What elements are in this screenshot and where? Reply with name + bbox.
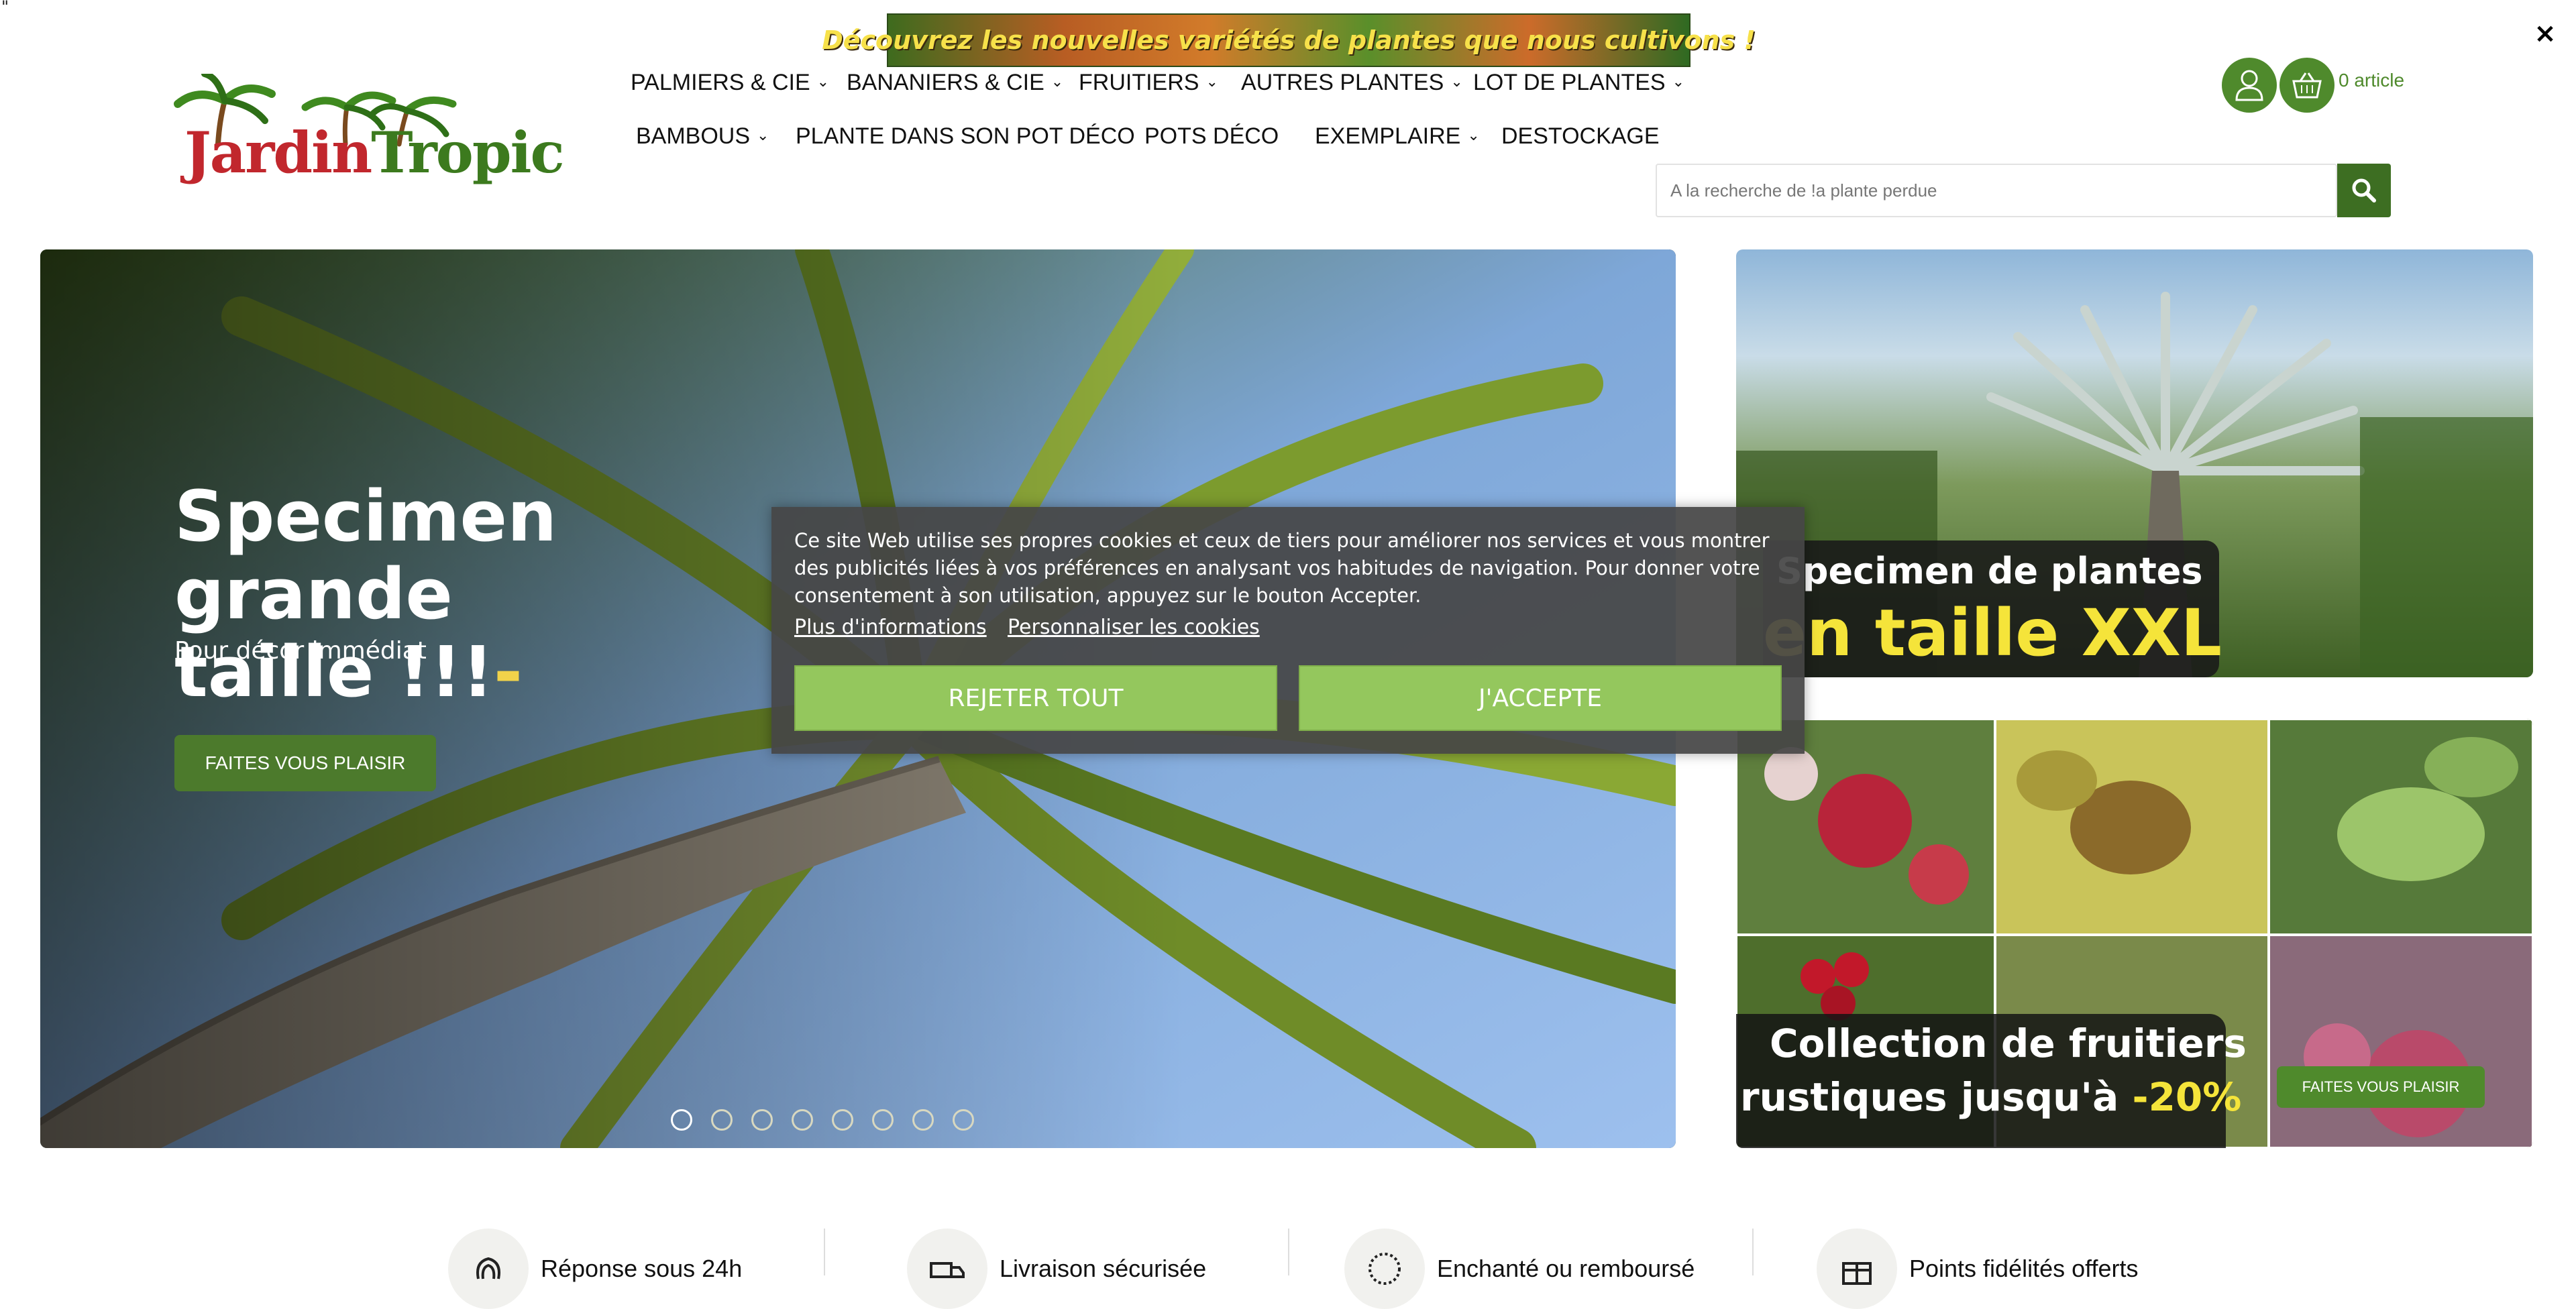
reassurance-label: Réponse sous 24h (541, 1255, 743, 1282)
logo-wordmark: JardinTropic (184, 119, 565, 186)
chevron-down-icon: ⌄ (1672, 72, 1685, 90)
slider-dot[interactable] (832, 1109, 853, 1131)
search-icon (2352, 178, 2376, 203)
customize-cookies-link[interactable]: Personnaliser les cookies (1008, 616, 1260, 639)
nav-autres-plantes[interactable]: AUTRES PLANTES ⌄ (1241, 70, 1463, 96)
reassurance-response: Réponse sous 24h (448, 1229, 742, 1309)
smile-icon (1344, 1229, 1425, 1309)
fruit-photo-pomegranate (2269, 935, 2533, 1148)
fruit-photo-pecan (1995, 719, 2269, 935)
chevron-down-icon: ⌄ (1205, 72, 1218, 90)
logo-word-tropic: Tropic (371, 119, 564, 186)
hero-title-line1: Specimen grande (174, 475, 557, 635)
hero-title-dash: - (493, 631, 523, 713)
cookie-consent-dialog: Ce site Web utilise ses propres cookies … (771, 507, 1805, 754)
pecan-image (2017, 750, 2191, 874)
fruit-discount: -20% (2132, 1074, 2242, 1120)
promo-banner-text: Découvrez les nouvelles variétés de plan… (822, 25, 1756, 55)
slider-dots (671, 1109, 974, 1131)
nav-label: EXEMPLAIRE (1315, 123, 1461, 149)
nav-label: DESTOCKAGE (1501, 123, 1660, 149)
account-button[interactable] (2222, 58, 2277, 113)
reassurance-label: Enchanté ou remboursé (1437, 1255, 1695, 1282)
slider-dot[interactable] (711, 1109, 733, 1131)
pomegranate-image (2304, 1023, 2471, 1137)
logo-word-jardin: Jardin (184, 119, 372, 186)
cart-count-link[interactable]: 0 article (2339, 70, 2404, 91)
accept-button[interactable]: J'ACCEPTE (1299, 665, 1782, 731)
chevron-down-icon: ⌄ (1450, 72, 1463, 90)
nav-label: PLANTE DANS SON POT DÉCO (796, 123, 1135, 149)
chevron-down-icon: ⌄ (757, 126, 769, 144)
slider-dot[interactable] (953, 1109, 974, 1131)
pawpaw-image (2337, 737, 2518, 881)
nav-pots-deco[interactable]: POTS DÉCO (1144, 123, 1279, 150)
nav-label: BANANIERS & CIE (847, 70, 1044, 95)
fingerprint-icon (448, 1229, 529, 1309)
fruit-cta-button[interactable]: FAITES VOUS PLAISIR (2277, 1066, 2485, 1108)
nav-palmiers[interactable]: PALMIERS & CIE ⌄ (631, 70, 829, 96)
promo-tile-fruit[interactable]: Collection de fruitiers rustiques jusqu'… (1736, 719, 2533, 1148)
nav-label: POTS DÉCO (1144, 123, 1279, 149)
slider-dot[interactable] (751, 1109, 773, 1131)
reassurance-delivery: Livraison sécurisée (907, 1229, 1206, 1309)
basket-icon (2292, 72, 2322, 99)
reassurance-satisfaction: Enchanté ou remboursé (1344, 1229, 1695, 1309)
hero-subtitle: Pour décor immédiat (174, 637, 427, 665)
reassurance-label: Points fidélités offerts (1909, 1255, 2139, 1282)
nav-fruitiers[interactable]: FRUITIERS ⌄ (1079, 70, 1218, 96)
reassurance-loyalty: Points fidélités offerts (1817, 1229, 2139, 1309)
cookie-message: Ce site Web utilise ses propres cookies … (794, 529, 1770, 607)
gift-icon (1817, 1229, 1897, 1309)
divider (1752, 1229, 1754, 1275)
nav-bambous[interactable]: BAMBOUS ⌄ (636, 123, 769, 150)
nav-bananiers[interactable]: BANANIERS & CIE ⌄ (847, 70, 1063, 96)
reject-all-button[interactable]: REJETER TOUT (794, 665, 1277, 731)
slider-dot[interactable] (912, 1109, 934, 1131)
hero-title: Specimen grande taille !!!- (174, 477, 845, 711)
nav-exemplaire[interactable]: EXEMPLAIRE ⌄ (1315, 123, 1480, 150)
promo-banner[interactable]: Découvrez les nouvelles variétés de plan… (822, 13, 1756, 67)
close-icon[interactable]: × (2532, 20, 2559, 47)
slider-dot[interactable] (792, 1109, 813, 1131)
user-icon (2235, 70, 2263, 101)
cart-button[interactable] (2279, 58, 2334, 113)
reassurance-label: Livraison sécurisée (1000, 1255, 1207, 1282)
nav-plante-pot-deco[interactable]: PLANTE DANS SON POT DÉCO (796, 123, 1135, 150)
nav-label: LOT DE PLANTES (1473, 70, 1666, 95)
nav-lot-de-plantes[interactable]: LOT DE PLANTES ⌄ (1473, 70, 1684, 96)
more-info-link[interactable]: Plus d'informations (794, 616, 987, 639)
search-button[interactable] (2337, 164, 2391, 217)
stray-quote: " (1, 0, 9, 16)
nav-label: AUTRES PLANTES (1241, 70, 1444, 95)
promo-tile-xxl[interactable]: Specimen de plantes en taille XXL (1736, 249, 2533, 677)
fruit-line2-text: rustiques jusqu'à (1740, 1074, 2119, 1120)
xxl-line1: Specimen de plantes (1776, 550, 2203, 592)
chevron-down-icon: ⌄ (816, 72, 830, 90)
hero-cta-button[interactable]: FAITES VOUS PLAISIR (174, 735, 436, 791)
truck-icon (907, 1229, 987, 1309)
divider (1288, 1229, 1289, 1275)
slider-dot[interactable] (872, 1109, 894, 1131)
nav-label: BAMBOUS (636, 123, 751, 149)
fruit-line1: Collection de fruitiers (1770, 1021, 2247, 1066)
slider-dot[interactable] (671, 1109, 692, 1131)
fruit-photo-pawpaw (2269, 719, 2533, 935)
nav-destockage[interactable]: DESTOCKAGE (1501, 123, 1660, 150)
site-logo[interactable]: JardinTropic (171, 74, 565, 188)
nav-label: FRUITIERS (1079, 70, 1199, 95)
chevron-down-icon: ⌄ (1467, 126, 1480, 144)
fruit-line2: rustiques jusqu'à -20% (1740, 1074, 2241, 1120)
search-input[interactable] (1656, 164, 2337, 217)
nav-label: PALMIERS & CIE (631, 70, 810, 95)
chevron-down-icon: ⌄ (1051, 72, 1064, 90)
xxl-line2: en taille XXL (1763, 595, 2222, 671)
divider (824, 1229, 825, 1275)
